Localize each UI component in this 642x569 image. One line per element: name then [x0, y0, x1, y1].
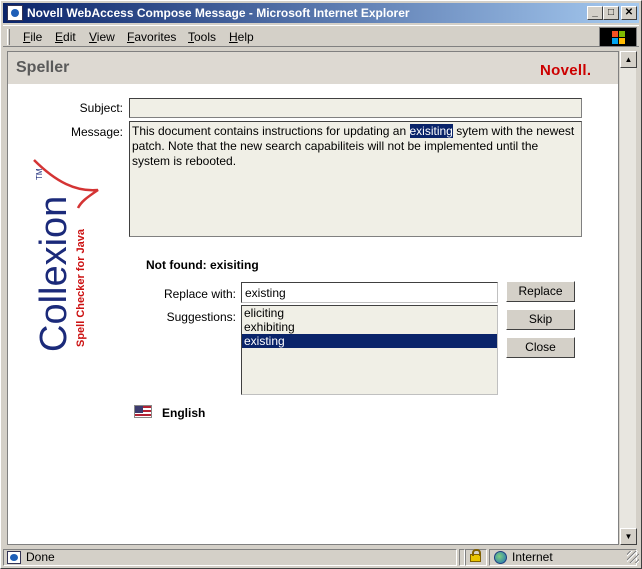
title-bar: Novell WebAccess Compose Message - Micro… — [3, 3, 639, 23]
menu-bar: File Edit View Favorites Tools Help — [3, 25, 639, 47]
replace-with-label: Replace with: — [163, 287, 236, 301]
windows-logo-icon — [599, 27, 637, 47]
menu-help[interactable]: Help — [229, 30, 254, 44]
not-found-label: Not found: exisiting — [146, 258, 259, 272]
collexion-logo-tagline: Spell Checker for Java — [75, 228, 87, 347]
browser-window: Novell WebAccess Compose Message - Micro… — [0, 0, 642, 569]
menu-view[interactable]: View — [89, 30, 115, 44]
status-text: Done — [26, 550, 55, 564]
vertical-scrollbar[interactable]: ▲ ▼ — [619, 51, 637, 545]
menu-edit[interactable]: Edit — [55, 30, 76, 44]
suggestion-item[interactable]: exhibiting — [242, 320, 497, 334]
menu-tools[interactable]: Tools — [188, 30, 216, 44]
subject-field[interactable] — [129, 98, 582, 118]
us-flag-icon[interactable] — [134, 405, 152, 418]
status-bar: Done Internet — [3, 547, 639, 567]
maximize-button[interactable]: □ — [603, 6, 619, 20]
scroll-up-icon[interactable]: ▲ — [620, 51, 637, 68]
ie-icon — [7, 5, 23, 21]
misspelled-word: exisiting — [409, 124, 453, 138]
novell-logo: Novell. — [540, 62, 592, 79]
page-content: Speller Novell. Subject: Message: This d… — [7, 51, 619, 545]
skip-button[interactable]: Skip — [506, 309, 575, 330]
lock-icon — [470, 549, 481, 562]
status-zone: Internet — [489, 549, 637, 566]
close-window-button[interactable]: ✕ — [621, 6, 637, 20]
replace-input[interactable] — [241, 282, 498, 303]
replace-button[interactable]: Replace — [506, 281, 575, 302]
close-button[interactable]: Close — [506, 337, 575, 358]
collexion-logo-tm: TM — [35, 168, 44, 180]
subject-label: Subject: — [79, 101, 123, 115]
message-text[interactable]: This document contains instructions for … — [129, 121, 582, 237]
window-title: Novell WebAccess Compose Message - Micro… — [27, 6, 410, 20]
collexion-logo: Collexion TM Spell Checker for Java — [33, 159, 99, 352]
collexion-logo-name: Collexion — [33, 196, 75, 352]
suggestion-item-selected[interactable]: existing — [242, 334, 497, 348]
menu-favorites[interactable]: Favorites — [127, 30, 176, 44]
page-title: Speller — [16, 59, 70, 76]
suggestions-list[interactable]: eliciting exhibiting existing — [241, 305, 498, 395]
minimize-button[interactable]: _ — [587, 6, 603, 20]
globe-icon — [494, 551, 507, 564]
suggestions-label: Suggestions: — [166, 310, 236, 324]
language-label: English — [162, 406, 206, 420]
resize-grip-icon[interactable] — [627, 551, 639, 563]
message-label: Message: — [70, 125, 123, 139]
scroll-down-icon[interactable]: ▼ — [620, 528, 637, 545]
message-text-before: This document contains instructions for … — [132, 124, 410, 138]
menu-file[interactable]: File — [23, 30, 42, 44]
status-main: Done — [3, 549, 457, 566]
status-security — [465, 549, 487, 566]
page-icon — [7, 551, 21, 564]
zone-text: Internet — [512, 550, 553, 564]
speller-header: Speller Novell. — [8, 52, 618, 84]
toolbar-grip[interactable] — [7, 29, 10, 45]
suggestion-item[interactable]: eliciting — [242, 306, 497, 320]
